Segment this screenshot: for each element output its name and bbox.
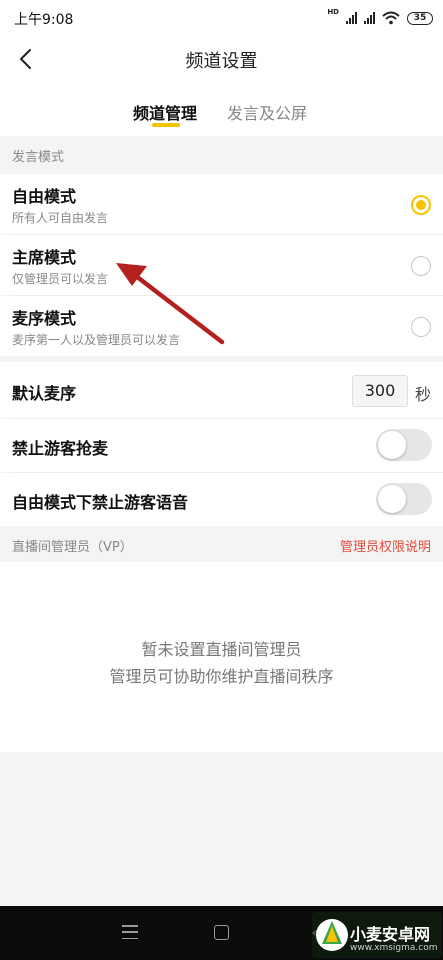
radio-chair-mode[interactable] [411, 256, 431, 276]
ban-guest-grab-toggle[interactable] [376, 429, 432, 461]
ban-guest-voice-row: 自由模式下禁止游客语音 [0, 473, 443, 526]
radio-mic-order-mode[interactable] [411, 317, 431, 337]
ban-guest-grab-row: 禁止游客抢麦 [0, 419, 443, 472]
status-icons: HD 35 [327, 9, 433, 27]
default-mic-row: 默认麦序 300 秒 [0, 362, 443, 418]
tab-speech-and-screen[interactable]: 发言及公屏 [227, 100, 307, 124]
default-mic-label: 默认麦序 [12, 384, 77, 403]
mode-desc: 仅管理员可以发言 [12, 272, 109, 286]
radio-free-mode[interactable] [411, 195, 431, 215]
signal-icon-2 [364, 12, 375, 24]
admin-empty-panel: 暂未设置直播间管理员 管理员可协助你维护直播间秩序 [0, 562, 443, 752]
mode-title: 自由模式 [12, 187, 77, 206]
default-mic-input[interactable]: 300 [352, 375, 408, 407]
mode-title: 主席模式 [12, 248, 77, 267]
mode-row-free[interactable]: 自由模式 所有人可自由发言 [0, 174, 443, 234]
page-title: 频道设置 [185, 51, 258, 72]
admin-empty-line-1: 暂未设置直播间管理员 [141, 640, 302, 659]
mode-desc: 所有人可自由发言 [12, 211, 109, 225]
tab-active-indicator [152, 123, 180, 127]
mode-row-chair[interactable]: 主席模式 仅管理员可以发言 [0, 235, 443, 295]
tab-bar: 频道管理 发言及公屏 [0, 82, 443, 136]
status-time: 上午9:08 [14, 12, 74, 28]
nav-bar: 频道设置 [0, 36, 443, 82]
default-mic-unit: 秒 [415, 385, 432, 404]
wifi-icon [382, 11, 400, 25]
watermark-url: www.xmsigma.com [350, 943, 438, 953]
mode-title: 麦序模式 [12, 309, 77, 328]
admin-empty-line-2: 管理员可协助你维护直播间秩序 [109, 667, 334, 686]
tab-channel-management[interactable]: 频道管理 [133, 100, 197, 124]
home-icon[interactable] [214, 925, 229, 940]
mode-desc: 麦序第一人以及管理员可以发言 [12, 333, 181, 347]
status-bar: 上午9:08 HD 35 [0, 0, 443, 36]
menu-icon[interactable] [122, 925, 138, 939]
ban-guest-grab-label: 禁止游客抢麦 [12, 439, 109, 458]
admin-section-header: 直播间管理员（VP） 管理员权限说明 [0, 526, 443, 562]
signal-icon [346, 12, 357, 24]
ban-guest-voice-label: 自由模式下禁止游客语音 [12, 493, 189, 512]
admin-section-label: 直播间管理员（VP） [12, 540, 133, 555]
battery-icon: 35 [407, 11, 433, 25]
ban-guest-voice-toggle[interactable] [376, 483, 432, 515]
watermark-text: 小麦安卓网 [350, 925, 431, 944]
mode-row-mic-order[interactable]: 麦序模式 麦序第一人以及管理员可以发言 [0, 296, 443, 356]
speak-mode-section-label: 发言模式 [12, 150, 65, 165]
speak-mode-section-header: 发言模式 [0, 136, 443, 174]
admin-permission-link[interactable]: 管理员权限说明 [340, 536, 431, 555]
hd-label: HD [327, 8, 339, 16]
